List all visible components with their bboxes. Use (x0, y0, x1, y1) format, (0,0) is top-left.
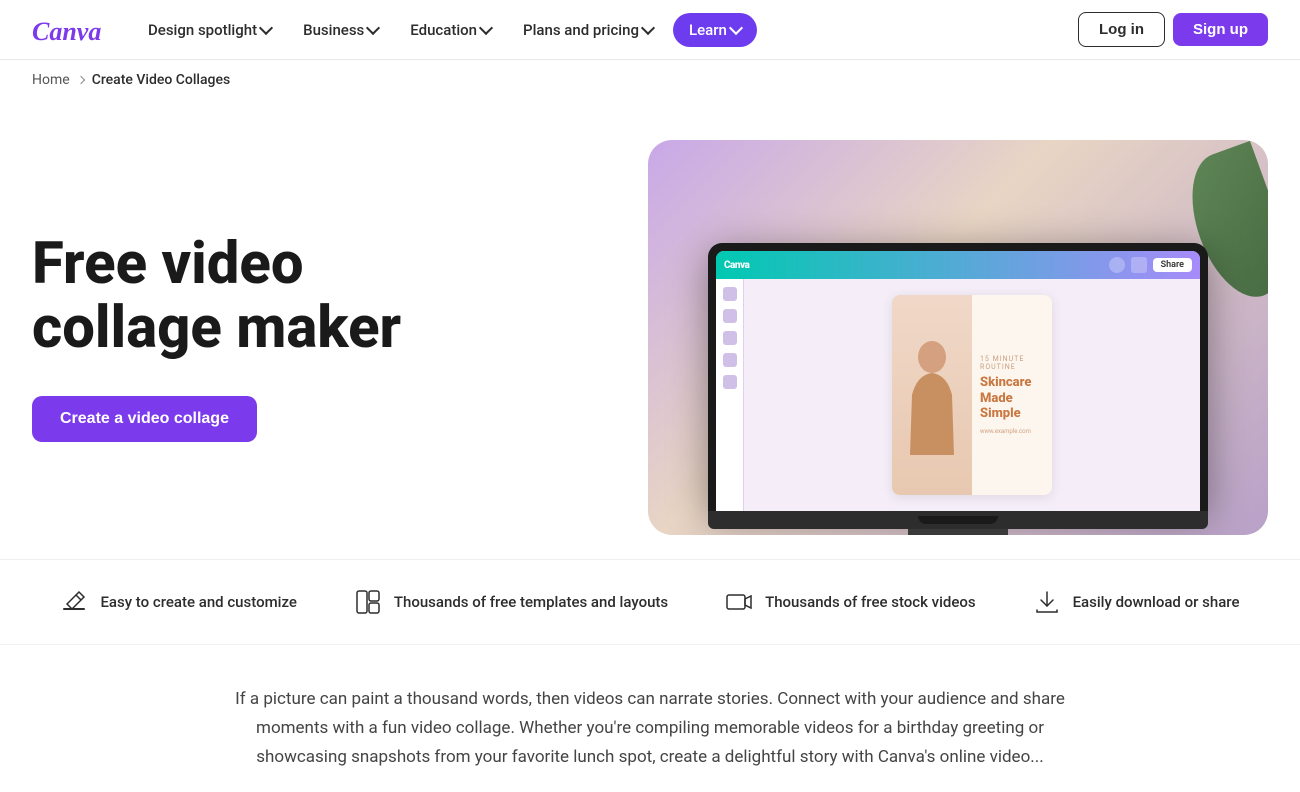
canvas-card-subtitle: 15 minute routine (980, 355, 1044, 371)
chevron-down-icon (259, 21, 273, 35)
download-icon (1033, 588, 1061, 616)
canvas-card-note: www.example.com (980, 428, 1044, 435)
sidebar-icon (723, 375, 737, 389)
features-strip: Easy to create and customize Thousands o… (0, 559, 1300, 645)
feature-stock-text: Thousands of free stock videos (765, 593, 976, 611)
share-button-mock: Share (1153, 258, 1192, 272)
navbar: Canva Design spotlight Business Educatio… (0, 0, 1300, 60)
chevron-down-icon (641, 21, 655, 35)
canvas-card-image (892, 295, 972, 495)
user-avatar (1109, 257, 1125, 273)
laptop-screen-outer: Canva Share (708, 243, 1208, 511)
breadcrumb-home-link[interactable]: Home (32, 72, 70, 88)
feature-easy-create: Easy to create and customize (60, 588, 296, 616)
editor-topbar-right: Share (1109, 257, 1192, 273)
nav-item-business[interactable]: Business (291, 13, 390, 47)
video-icon (725, 588, 753, 616)
hero-section: Free video collage maker Create a video … (0, 100, 1300, 535)
laptop-base (708, 511, 1208, 529)
sidebar-icon (723, 309, 737, 323)
hero-image: Canva Share (648, 140, 1268, 535)
grid-icon (354, 588, 382, 616)
editor-body: 15 minute routine Skincare Made Simple w… (716, 279, 1200, 511)
login-button[interactable]: Log in (1078, 12, 1165, 47)
breadcrumb-current: Create Video Collages (92, 72, 230, 88)
nav-right: Log in Sign up (1078, 12, 1268, 47)
laptop-mockup: Canva Share (708, 243, 1208, 535)
svg-text:Canva: Canva (32, 17, 101, 46)
laptop-stand (908, 529, 1008, 535)
canvas-card: 15 minute routine Skincare Made Simple w… (892, 295, 1052, 495)
feature-easy-create-text: Easy to create and customize (100, 593, 296, 611)
laptop-screen-inner: Canva Share (716, 251, 1200, 511)
feature-download: Easily download or share (1033, 588, 1240, 616)
settings-icon (1131, 257, 1147, 273)
cta-button[interactable]: Create a video collage (32, 396, 257, 442)
editor-sidebar (716, 279, 744, 511)
signup-button[interactable]: Sign up (1173, 13, 1268, 46)
hero-title: Free video collage maker (32, 233, 452, 361)
nav-item-design-spotlight[interactable]: Design spotlight (136, 13, 283, 47)
nav-item-plans-pricing[interactable]: Plans and pricing (511, 13, 665, 47)
chevron-down-icon (366, 21, 380, 35)
breadcrumb: Home Create Video Collages (0, 60, 1300, 100)
nav-left: Canva Design spotlight Business Educatio… (32, 13, 757, 47)
feature-stock: Thousands of free stock videos (725, 588, 976, 616)
feature-download-text: Easily download or share (1073, 593, 1240, 611)
canva-logo[interactable]: Canva (32, 14, 112, 46)
editor-topbar: Canva Share (716, 251, 1200, 279)
nav-item-education[interactable]: Education (398, 13, 503, 47)
laptop-notch (918, 516, 998, 524)
breadcrumb-separator (76, 75, 84, 83)
editor-logo: Canva (724, 260, 749, 271)
sidebar-icon (723, 287, 737, 301)
description-text: If a picture can paint a thousand words,… (232, 685, 1068, 772)
feature-templates: Thousands of free templates and layouts (354, 588, 668, 616)
nav-item-learn[interactable]: Learn (673, 13, 757, 47)
chevron-down-icon (479, 21, 493, 35)
feature-templates-text: Thousands of free templates and layouts (394, 593, 668, 611)
sidebar-icon (723, 331, 737, 345)
hero-left: Free video collage maker Create a video … (32, 233, 452, 443)
canvas-card-text: 15 minute routine Skincare Made Simple w… (972, 295, 1052, 495)
editor-canvas: 15 minute routine Skincare Made Simple w… (744, 279, 1200, 511)
edit-icon (60, 588, 88, 616)
canvas-card-title: Skincare Made Simple (980, 375, 1044, 422)
sidebar-icon (723, 353, 737, 367)
description-section: If a picture can paint a thousand words,… (200, 645, 1100, 792)
chevron-down-icon (729, 21, 743, 35)
